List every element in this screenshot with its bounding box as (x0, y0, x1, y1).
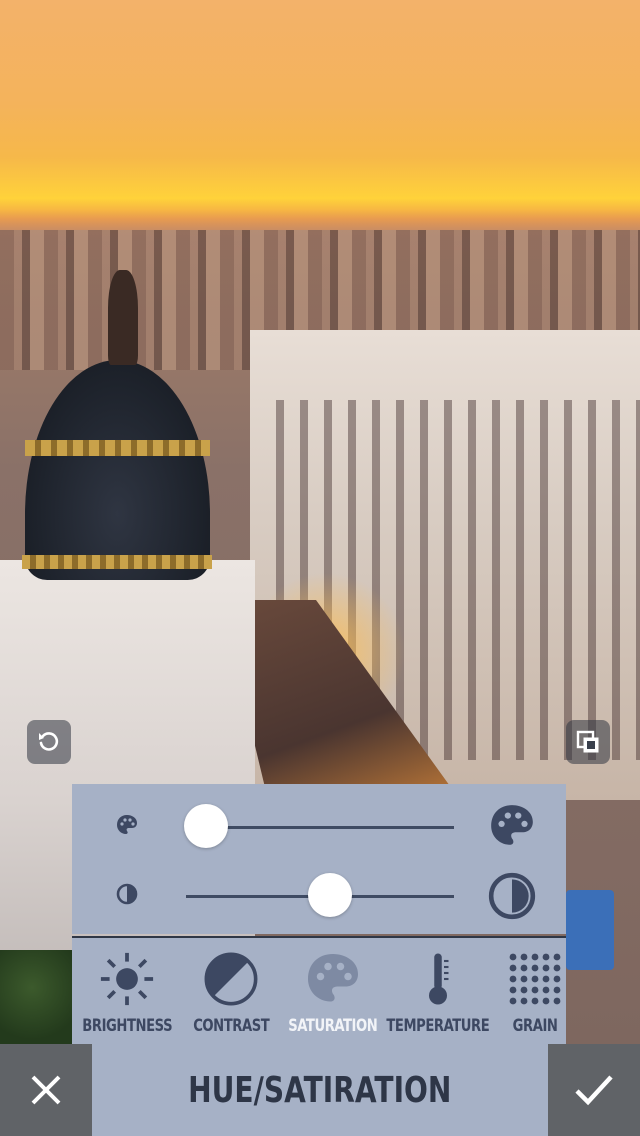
tool-temperature-label: TEMPERATURE (386, 1016, 490, 1036)
contrast-slider-row (72, 859, 566, 934)
grain-icon (503, 948, 567, 1010)
tool-saturation-label: SATURATION (288, 1016, 378, 1036)
rotate-button[interactable] (27, 720, 71, 764)
tool-grain-label: GRAIN (512, 1016, 558, 1036)
cancel-button[interactable] (0, 1044, 92, 1136)
adjustment-tools: BRIGHTNESS CONTRAST SATURATION TEMPERATU… (72, 936, 566, 1044)
palette-large-icon (486, 800, 538, 852)
tool-grain[interactable]: GRAIN (504, 938, 566, 1044)
tool-brightness-label: BRIGHTNESS (82, 1016, 172, 1036)
photo-dome (25, 360, 210, 580)
contrast-slider-knob[interactable] (308, 873, 352, 917)
photo-dome-ornament (25, 440, 210, 456)
contrast-icon (199, 948, 263, 1010)
photo-dome-ornament-lower (22, 555, 212, 569)
close-icon (31, 1075, 61, 1105)
sun-icon (95, 948, 159, 1010)
tool-title: HUE/SATIRATION (188, 1069, 452, 1111)
tool-temperature[interactable]: TEMPERATURE (386, 938, 490, 1044)
compare-button[interactable] (566, 720, 610, 764)
compare-layers-icon (576, 730, 599, 753)
palette-slider-row (72, 784, 566, 859)
adjustment-panel (72, 784, 566, 934)
tool-title-area: HUE/SATIRATION (92, 1044, 548, 1136)
contrast-large-icon (486, 870, 538, 922)
tool-contrast-label: CONTRAST (192, 1016, 270, 1036)
photo-statue (108, 270, 138, 365)
bottom-bar: HUE/SATIRATION (0, 1044, 640, 1136)
tool-contrast[interactable]: CONTRAST (186, 938, 276, 1044)
palette-small-icon (114, 812, 140, 838)
photo-trees (0, 950, 80, 1044)
palette-icon (301, 948, 365, 1010)
tool-brightness[interactable]: BRIGHTNESS (82, 938, 172, 1044)
check-icon (575, 1075, 613, 1106)
rotate-ccw-icon (39, 732, 59, 751)
palette-slider-knob[interactable] (184, 804, 228, 848)
confirm-button[interactable] (548, 1044, 640, 1136)
thermometer-icon (406, 948, 470, 1010)
contrast-small-icon (114, 881, 140, 907)
photo-bus (566, 890, 614, 970)
tool-saturation[interactable]: SATURATION (288, 938, 378, 1044)
